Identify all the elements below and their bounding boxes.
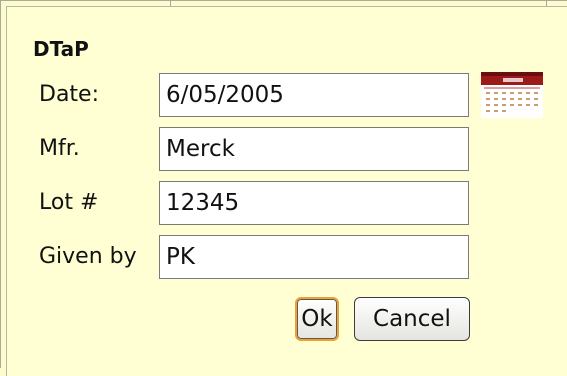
background-gridline (0, 0, 1, 368)
date-field[interactable] (159, 73, 469, 117)
given-by-label: Given by (39, 244, 137, 269)
calendar-icon[interactable] (481, 72, 543, 118)
mfr-field[interactable] (159, 127, 469, 171)
ok-button[interactable]: Ok (295, 297, 339, 341)
dialog-title: DTaP (33, 37, 89, 61)
lot-label: Lot # (39, 190, 99, 215)
vaccine-entry-dialog: DTaP Date: 6/05/2005 Mfr. Merck Lot # 12… (6, 6, 567, 376)
mfr-label: Mfr. (39, 136, 80, 161)
given-by-field[interactable] (159, 235, 469, 279)
cancel-button[interactable]: Cancel (354, 297, 470, 341)
date-label: Date: (39, 82, 99, 107)
lot-field[interactable] (159, 181, 469, 225)
background-gridline (0, 0, 567, 1)
